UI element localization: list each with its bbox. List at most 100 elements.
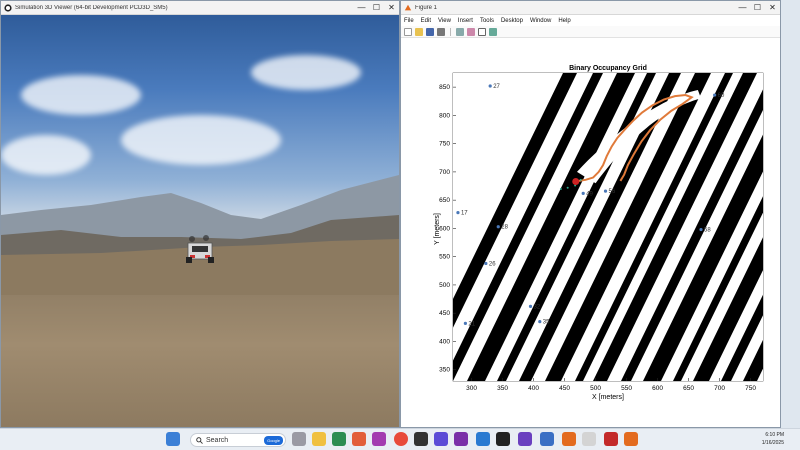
x-axis-label: X [meters] <box>592 394 624 401</box>
minimize-button[interactable]: — <box>354 1 369 15</box>
start-button[interactable] <box>166 432 180 446</box>
app-icon[interactable] <box>372 432 386 446</box>
3d-scene-viewport[interactable] <box>1 15 399 427</box>
obstacle-band <box>769 73 780 381</box>
matlab-icon[interactable] <box>562 432 576 446</box>
app-icon[interactable] <box>434 432 448 446</box>
figure-titlebar[interactable]: Figure 1 — ☐ ✕ <box>401 1 780 15</box>
menu-view[interactable]: View <box>438 18 451 24</box>
waypoint-label: 26 <box>489 261 496 267</box>
waypoint-marker <box>603 189 608 193</box>
waypoint-label: 60 <box>718 93 725 99</box>
open-file-icon[interactable] <box>415 27 423 36</box>
app-icon[interactable] <box>540 432 554 446</box>
terminal-icon[interactable] <box>496 432 510 446</box>
sim-titlebar[interactable]: Simulation 3D Viewer (64-bit Development… <box>1 1 399 15</box>
link-icon[interactable] <box>456 27 464 36</box>
waypoint-label: 58 <box>704 228 711 234</box>
y-tick-label: 400 <box>439 338 450 345</box>
waypoint-marker <box>528 304 533 309</box>
menu-tools[interactable]: Tools <box>480 18 494 24</box>
system-tray[interactable]: 6:10 PM 1/16/2025 <box>740 431 800 449</box>
app-icon[interactable] <box>332 432 346 446</box>
clock-date: 1/16/2025 <box>761 440 784 446</box>
cloud <box>21 75 141 115</box>
data-cursor-icon[interactable] <box>467 27 475 36</box>
y-tick-label: 750 <box>439 141 450 148</box>
vehicle-marker <box>572 178 580 186</box>
waypoint-marker <box>484 261 488 266</box>
x-tick-label: 350 <box>497 385 508 392</box>
waypoint-marker <box>699 227 703 232</box>
figure-window-title: Figure 1 <box>415 4 438 11</box>
maximize-button[interactable]: ☐ <box>750 1 765 15</box>
app-icon[interactable] <box>604 432 618 446</box>
x-tick-label: 700 <box>714 385 725 392</box>
taskbar: Search Google 6:10 PM 1/16/2025 <box>0 428 800 450</box>
waypoint-marker <box>713 93 717 97</box>
search-placeholder: Search <box>206 436 229 444</box>
chrome-icon[interactable] <box>394 432 408 446</box>
x-tick-label: 550 <box>621 385 632 392</box>
x-tick-label: 600 <box>652 385 663 392</box>
menu-file[interactable]: File <box>404 18 414 24</box>
property-editor-icon[interactable] <box>489 27 497 36</box>
menu-insert[interactable]: Insert <box>458 18 473 24</box>
menu-edit[interactable]: Edit <box>421 18 431 24</box>
waypoint-label: 21 <box>468 321 475 327</box>
save-icon[interactable] <box>426 27 434 36</box>
figure-menubar: File Edit View Insert Tools Desktop Wind… <box>401 15 780 26</box>
clock-time: 6:10 PM <box>765 432 784 438</box>
close-button[interactable]: ✕ <box>384 1 399 15</box>
menu-desktop[interactable]: Desktop <box>501 18 523 24</box>
y-tick-label: 700 <box>439 169 450 176</box>
y-tick-label: 450 <box>439 310 450 317</box>
haul-truck <box>186 235 214 263</box>
waypoint-marker <box>538 320 542 324</box>
matlab-icon[interactable] <box>624 432 638 446</box>
y-tick-label: 650 <box>439 197 450 204</box>
plot-area[interactable]: Binary Occupancy Grid X [meters] Y [mete… <box>401 39 780 427</box>
app-icon[interactable] <box>476 432 490 446</box>
waypoint-label: 56 <box>609 189 616 195</box>
file-explorer-icon[interactable] <box>312 432 326 446</box>
new-file-icon[interactable] <box>404 27 412 36</box>
chart-title: Binary Occupancy Grid <box>569 65 647 72</box>
x-tick-label: 450 <box>559 385 570 392</box>
menu-window[interactable]: Window <box>530 18 551 24</box>
close-button[interactable]: ✕ <box>765 1 780 15</box>
obstacle-bands <box>453 73 780 381</box>
waypoint-label: 28 <box>501 225 508 231</box>
y-tick-label: 800 <box>439 112 450 119</box>
x-tick-label: 400 <box>528 385 539 392</box>
y-tick-label: 350 <box>439 367 450 374</box>
search-input[interactable]: Search Google <box>190 433 286 447</box>
menu-help[interactable]: Help <box>558 18 570 24</box>
app-icon[interactable] <box>518 432 532 446</box>
app-icon[interactable] <box>352 432 366 446</box>
x-tick-label: 500 <box>590 385 601 392</box>
app-icon[interactable] <box>582 432 596 446</box>
pointer-icon[interactable] <box>478 27 486 36</box>
approach-point <box>566 186 569 189</box>
maximize-button[interactable]: ☐ <box>369 1 384 15</box>
taskview-icon[interactable] <box>292 432 306 446</box>
approach-point <box>579 178 582 181</box>
y-tick-label: 600 <box>439 225 450 232</box>
app-icon[interactable] <box>454 432 468 446</box>
print-icon[interactable] <box>437 27 445 36</box>
cloud <box>121 115 281 165</box>
simulation-3d-viewer-window[interactable]: Simulation 3D Viewer (64-bit Development… <box>0 0 400 428</box>
minimize-button[interactable]: — <box>735 1 750 15</box>
unreal-icon[interactable] <box>414 432 428 446</box>
y-tick-label: 500 <box>439 282 450 289</box>
x-tick-label: 300 <box>466 385 477 392</box>
x-tick-label: 650 <box>683 385 694 392</box>
x-tick-label: 750 <box>745 385 756 392</box>
figure-window[interactable]: Figure 1 — ☐ ✕ File Edit View Insert Too… <box>400 0 781 428</box>
waypoint-marker <box>496 225 500 229</box>
sim-window-title: Simulation 3D Viewer (64-bit Development… <box>15 4 168 11</box>
y-tick-label: 550 <box>439 254 450 261</box>
occupancy-grid-chart[interactable]: Binary Occupancy Grid X [meters] Y [mete… <box>401 39 780 427</box>
toolbar-separator <box>450 27 451 36</box>
